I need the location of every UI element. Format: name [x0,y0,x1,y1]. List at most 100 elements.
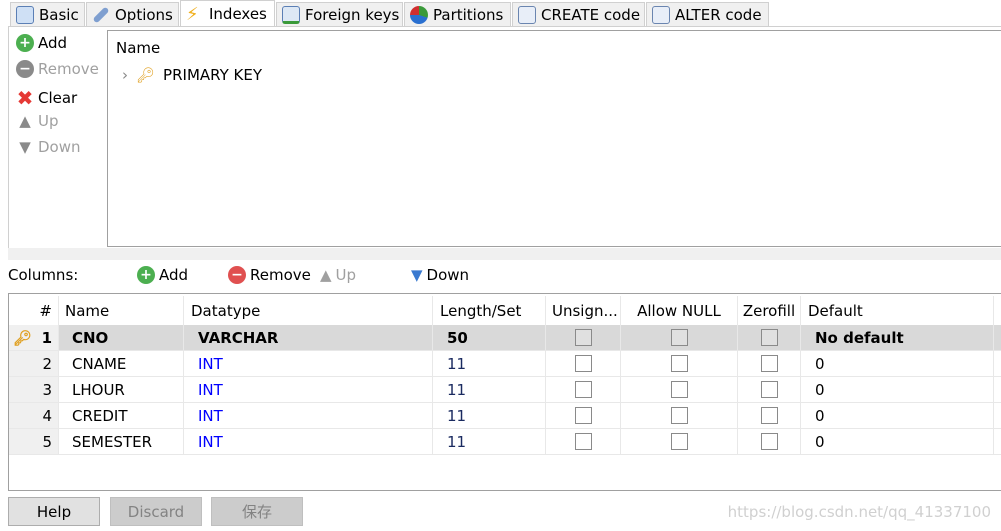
cell-unsigned[interactable] [546,429,621,454]
allow-null-checkbox[interactable] [670,433,688,450]
header-name[interactable]: Name [59,296,184,325]
index-up-button[interactable]: ▲ Up [16,112,58,130]
cell-zerofill[interactable] [738,403,801,428]
cell-allow-null[interactable] [621,325,738,350]
cell-unsigned[interactable] [546,377,621,402]
column-remove-button[interactable]: − Remove [228,264,311,286]
row-number: 2 [9,351,59,376]
discard-button[interactable]: Discard [110,497,202,526]
plus-icon: + [137,266,155,284]
unsigned-checkbox[interactable] [574,381,592,398]
cell-datatype[interactable]: INT [184,377,433,402]
tab-create-code[interactable]: CREATE code [512,2,645,27]
cell-length[interactable]: 11 [433,351,546,376]
cell-name[interactable]: CNAME [59,351,184,376]
table-row[interactable]: 🔑︎ 1 CNO VARCHAR 50 No default [9,325,1001,351]
key-icon: 🔑︎ [13,328,33,347]
tree-header-name: Name [116,39,161,57]
lightning-icon: ⚡ [186,3,199,25]
header-allow-null[interactable]: Allow NULL [621,296,738,325]
cell-name[interactable]: CREDIT [59,403,184,428]
minus-icon: − [228,266,246,284]
zerofill-checkbox[interactable] [760,355,778,372]
unsigned-checkbox[interactable] [574,329,592,346]
column-add-button[interactable]: + Add [137,264,188,286]
cell-default[interactable]: 0 [801,351,994,376]
cell-zerofill[interactable] [738,351,801,376]
wrench-icon [92,6,110,24]
cell-allow-null[interactable] [621,429,738,454]
column-down-button[interactable]: ▼ Down [411,264,469,286]
column-up-button[interactable]: ▲ Up [320,264,356,286]
index-remove-button[interactable]: − Remove [16,60,99,78]
cell-unsigned[interactable] [546,325,621,350]
cell-length[interactable]: 50 [433,325,546,350]
help-button[interactable]: Help [8,497,100,526]
header-default[interactable]: Default [801,296,994,325]
save-button[interactable]: 保存 [211,497,303,526]
cell-name[interactable]: LHOUR [59,377,184,402]
table-row[interactable]: 3 LHOUR INT 11 0 [9,377,1001,403]
index-add-button[interactable]: + Add [16,34,67,52]
cell-allow-null[interactable] [621,377,738,402]
zerofill-checkbox[interactable] [760,407,778,424]
grid-header: # Name Datatype Length/Set Unsign... All… [9,296,1001,325]
table-row[interactable]: 5 SEMESTER INT 11 0 [9,429,1001,455]
columns-label: Columns: [8,266,79,284]
index-clear-button[interactable]: ✖ Clear [16,86,78,110]
chevron-right-icon[interactable]: › [122,66,128,84]
cell-zerofill[interactable] [738,325,801,350]
tab-alter-code[interactable]: ALTER code [646,2,769,27]
tab-bar: Basic Options ⚡ Indexes Foreign keys Part… [0,0,1001,27]
table-row[interactable]: 2 CNAME INT 11 0 [9,351,1001,377]
cell-zerofill[interactable] [738,377,801,402]
columns-grid: # Name Datatype Length/Set Unsign... All… [8,293,1001,491]
x-icon: ✖ [16,86,34,110]
cell-datatype[interactable]: VARCHAR [184,325,433,350]
header-datatype[interactable]: Datatype [184,296,433,325]
zerofill-checkbox[interactable] [760,329,778,346]
cell-default[interactable]: 0 [801,377,994,402]
allow-null-checkbox[interactable] [670,355,688,372]
tab-options[interactable]: Options [86,2,179,27]
cell-name[interactable]: CNO [59,325,184,350]
allow-null-checkbox[interactable] [670,381,688,398]
allow-null-checkbox[interactable] [670,329,688,346]
splitter[interactable] [8,248,1001,260]
header-unsigned[interactable]: Unsign... [546,296,621,325]
cell-datatype[interactable]: INT [184,429,433,454]
cell-datatype[interactable]: INT [184,351,433,376]
cell-length[interactable]: 11 [433,377,546,402]
tree-item-primary-key[interactable]: › 🔑︎ PRIMARY KEY [122,66,262,84]
triangle-up-icon: ▲ [320,266,332,284]
cell-datatype[interactable]: INT [184,403,433,428]
zerofill-checkbox[interactable] [760,381,778,398]
header-num[interactable]: # [9,296,59,325]
tab-foreign-keys[interactable]: Foreign keys [276,2,403,27]
cell-default[interactable]: No default [801,325,994,350]
cell-default[interactable]: 0 [801,403,994,428]
index-down-button[interactable]: ▼ Down [16,138,80,156]
table-row[interactable]: 4 CREDIT INT 11 0 [9,403,1001,429]
cell-unsigned[interactable] [546,403,621,428]
cell-zerofill[interactable] [738,429,801,454]
tab-indexes[interactable]: ⚡ Indexes [180,0,275,27]
unsigned-checkbox[interactable] [574,407,592,424]
tab-basic[interactable]: Basic [10,2,85,27]
tab-partitions[interactable]: Partitions [404,2,511,27]
unsigned-checkbox[interactable] [574,355,592,372]
cell-name[interactable]: SEMESTER [59,429,184,454]
pie-icon [410,6,428,24]
header-length[interactable]: Length/Set [433,296,546,325]
header-zerofill[interactable]: Zerofill [738,296,801,325]
cell-length[interactable]: 11 [433,403,546,428]
zerofill-checkbox[interactable] [760,433,778,450]
cell-length[interactable]: 11 [433,429,546,454]
plus-icon: + [16,34,34,52]
unsigned-checkbox[interactable] [574,433,592,450]
cell-allow-null[interactable] [621,351,738,376]
cell-unsigned[interactable] [546,351,621,376]
allow-null-checkbox[interactable] [670,407,688,424]
cell-default[interactable]: 0 [801,429,994,454]
cell-allow-null[interactable] [621,403,738,428]
